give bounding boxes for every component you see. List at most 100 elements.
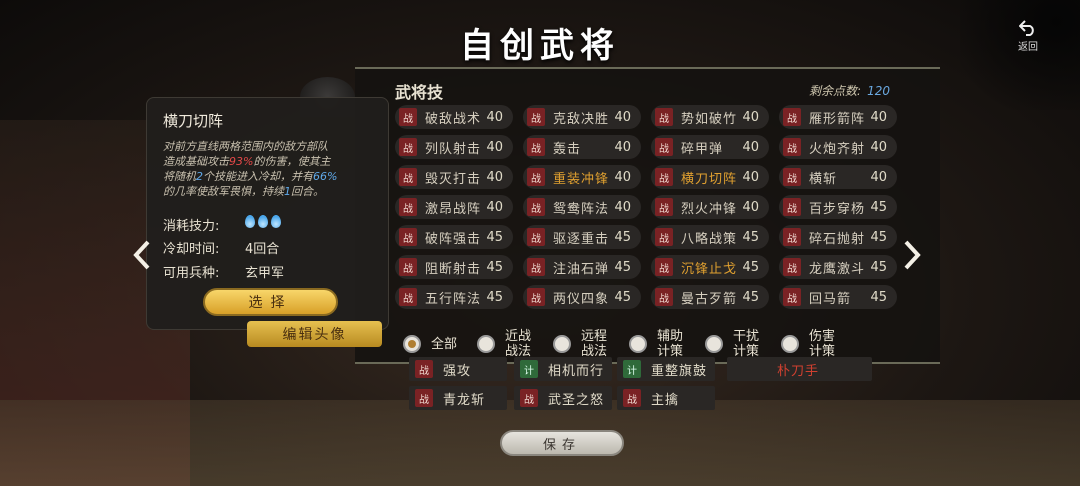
loadout-item[interactable]: 战强攻 [409, 357, 507, 381]
skill-item[interactable]: 战破敌战术 40 [395, 105, 513, 129]
filter-bar: 全部 近战战法 远程战法 辅助计策 干扰计策 伤害计策 [403, 327, 857, 361]
skill-item[interactable]: 战曼古歹箭 45 [651, 285, 769, 309]
skill-item[interactable]: 战重装冲锋 40 [523, 165, 641, 189]
skill-cost: 40 [614, 199, 631, 215]
skill-item[interactable]: 战驱逐重击 45 [523, 225, 641, 249]
filter-option[interactable]: 近战战法 [477, 329, 533, 359]
war-badge: 战 [527, 198, 545, 216]
skill-item[interactable]: 战横斩 40 [779, 165, 897, 189]
skill-item[interactable]: 战注油石弹 45 [523, 255, 641, 279]
skill-tooltip: 横刀切阵 对前方直线两格范围内的敌方部队 造成基础攻击93%的伤害，使其主 将随… [146, 97, 389, 330]
radio-button[interactable] [403, 335, 421, 353]
skill-item[interactable]: 战回马箭 45 [779, 285, 897, 309]
skill-item[interactable]: 战列队射击 40 [395, 135, 513, 159]
skill-cost: 40 [614, 109, 631, 125]
cooldown-row: 冷却时间: 4回合 [163, 238, 279, 257]
desc-text: 的几率使敌军畏惧，持续 [163, 185, 284, 198]
desc-text: 个技能进入冷却，并有 [203, 170, 313, 183]
skill-cost: 40 [486, 109, 503, 125]
skill-item[interactable]: 战碎石抛射 45 [779, 225, 897, 249]
war-badge: 战 [655, 228, 673, 246]
filter-option[interactable]: 干扰计策 [705, 329, 761, 359]
loadout-item[interactable]: 计相机而行 [514, 357, 612, 381]
skill-item[interactable]: 战火炮齐射 40 [779, 135, 897, 159]
skill-item[interactable]: 战八略战策 45 [651, 225, 769, 249]
war-badge: 战 [783, 288, 801, 306]
skill-item[interactable]: 战碎甲弹 40 [651, 135, 769, 159]
skill-panel: 武将技 剩余点数: 120 战破敌战术 40 战克敌决胜 40 战势如破竹 40 战雁形箭阵 4… [355, 67, 940, 364]
filter-label: 辅助计策 [657, 329, 684, 359]
skill-item[interactable]: 战龙鹰激斗 45 [779, 255, 897, 279]
points-value: 120 [867, 84, 890, 98]
loadout-item[interactable]: 计重整旗鼓 [617, 357, 715, 381]
filter-option[interactable]: 远程战法 [553, 329, 609, 359]
skill-cost: 40 [870, 169, 887, 185]
filter-label: 远程战法 [581, 329, 608, 359]
skill-item[interactable]: 战两仪四象 45 [523, 285, 641, 309]
skill-item[interactable]: 战沉锋止戈 45 [651, 255, 769, 279]
skill-name: 势如破竹 [681, 111, 738, 127]
skill-item[interactable]: 战轰击 40 [523, 135, 641, 159]
skill-name: 百步穿杨 [809, 201, 866, 217]
skill-item[interactable]: 战烈火冲锋 40 [651, 195, 769, 219]
save-button[interactable]: 保存 [500, 430, 624, 456]
edit-avatar-button[interactable]: 编辑头像 [247, 321, 382, 347]
select-button[interactable]: 选择 [203, 288, 338, 316]
radio-button[interactable] [629, 335, 648, 353]
cooldown-label: 冷却时间: [163, 242, 220, 257]
skill-cost: 45 [870, 259, 887, 275]
skill-item[interactable]: 战雁形箭阵 40 [779, 105, 897, 129]
desc-text: 将随机 [163, 170, 196, 183]
filter-option[interactable]: 全部 [403, 335, 457, 353]
loadout-item[interactable]: 朴刀手 [727, 357, 872, 381]
loadout-item[interactable]: 战青龙斩 [409, 386, 507, 410]
skill-cost: 45 [742, 229, 759, 245]
loadout-name: 相机而行 [548, 363, 605, 379]
radio-button[interactable] [705, 335, 724, 353]
skill-cost: 45 [870, 229, 887, 245]
back-button[interactable]: 返回 [1014, 20, 1042, 53]
loadout-name: 重整旗鼓 [651, 363, 708, 379]
skill-item[interactable]: 战横刀切阵 40 [651, 165, 769, 189]
skill-cost: 40 [742, 109, 759, 125]
radio-button[interactable] [553, 335, 572, 353]
remaining-points: 剩余点数: 120 [809, 82, 890, 99]
skill-item[interactable]: 战势如破竹 40 [651, 105, 769, 129]
skill-name: 轰击 [553, 141, 582, 157]
skill-item[interactable]: 战克敌决胜 40 [523, 105, 641, 129]
chevron-left-icon[interactable] [132, 240, 152, 270]
war-badge: 战 [783, 258, 801, 276]
desc-highlight: 66% [313, 170, 338, 183]
desc-text: 回合。 [291, 185, 324, 198]
chevron-right-icon[interactable] [902, 240, 922, 270]
water-drop-icon [271, 215, 281, 228]
skill-item[interactable]: 战激昂战阵 40 [395, 195, 513, 219]
loadout-item[interactable]: 战武圣之怒 [514, 386, 612, 410]
skill-name: 克敌决胜 [553, 111, 610, 127]
skill-item[interactable]: 战阻断射击 45 [395, 255, 513, 279]
filter-label: 伤害计策 [809, 329, 836, 359]
skill-item[interactable]: 战鸳鸯阵法 40 [523, 195, 641, 219]
skill-cost: 40 [486, 199, 503, 215]
skill-name: 鸳鸯阵法 [553, 201, 610, 217]
skill-item[interactable]: 战毁灭打击 40 [395, 165, 513, 189]
war-badge: 战 [655, 198, 673, 216]
filter-option[interactable]: 辅助计策 [629, 329, 685, 359]
war-badge: 战 [399, 288, 417, 306]
filter-option[interactable]: 伤害计策 [781, 329, 837, 359]
radio-button[interactable] [477, 335, 496, 353]
skill-name: 横刀切阵 [681, 171, 738, 187]
war-badge: 战 [655, 168, 673, 186]
radio-button[interactable] [781, 335, 800, 353]
skill-item[interactable]: 战五行阵法 45 [395, 285, 513, 309]
loadout-name: 强攻 [443, 363, 472, 379]
war-badge: 战 [655, 108, 673, 126]
skill-name: 雁形箭阵 [809, 111, 866, 127]
skill-item[interactable]: 战百步穿杨 45 [779, 195, 897, 219]
skill-name: 毁灭打击 [425, 171, 482, 187]
skill-name: 阻断射击 [425, 261, 482, 277]
skill-name: 破敌战术 [425, 111, 482, 127]
skill-item[interactable]: 战破阵强击 45 [395, 225, 513, 249]
loadout-item[interactable]: 战主擒 [617, 386, 715, 410]
skill-cost: 40 [742, 199, 759, 215]
